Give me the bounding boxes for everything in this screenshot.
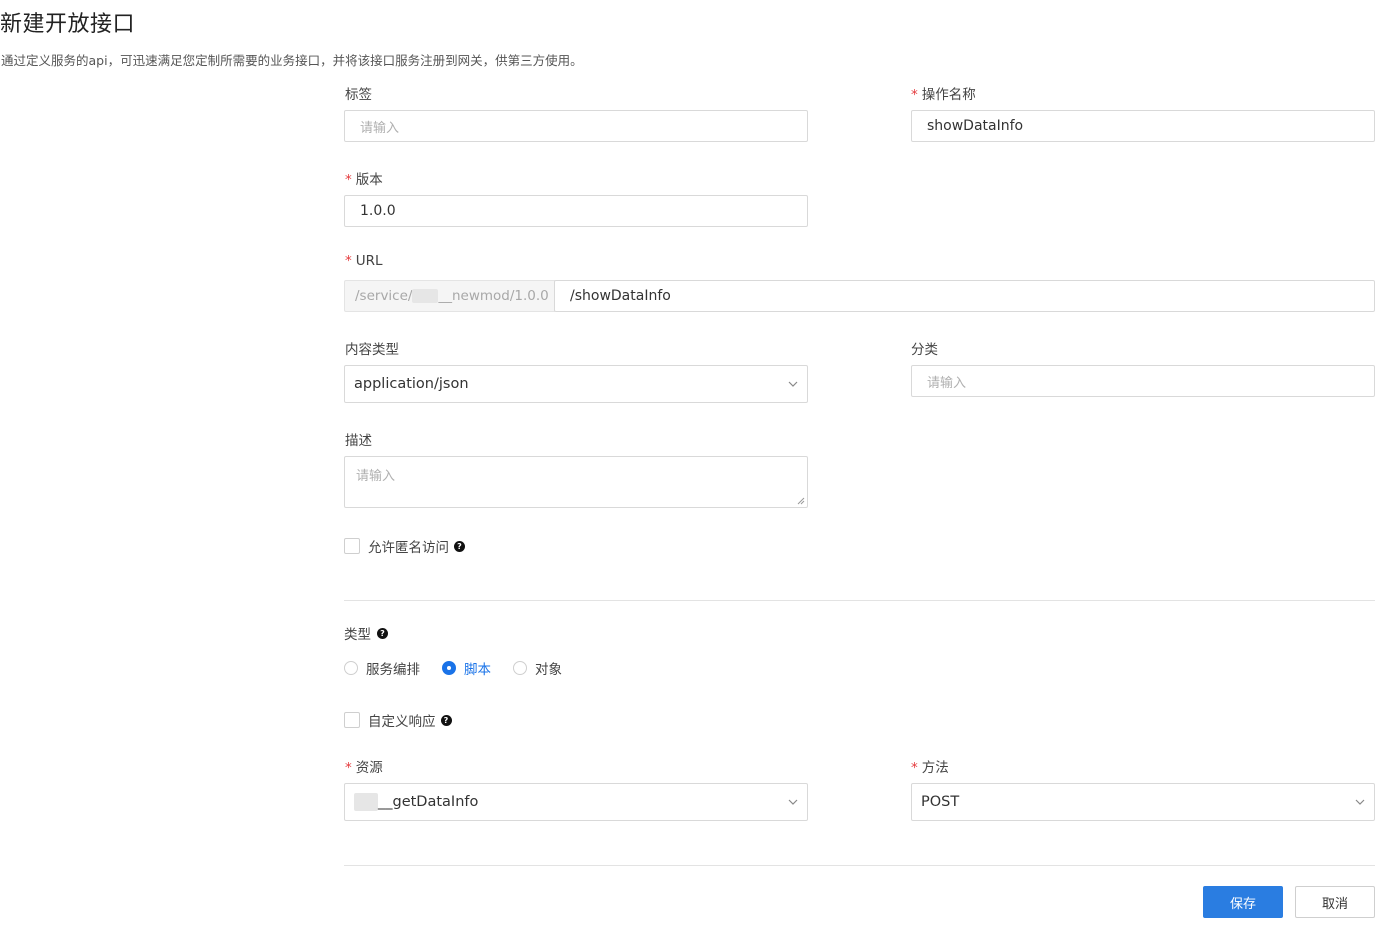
resize-handle-icon[interactable] (797, 497, 805, 505)
radio-option-object[interactable]: 对象 (513, 658, 562, 678)
url-prefix-end: __newmod/1.0.0 (438, 288, 549, 304)
method-select[interactable]: POST (911, 783, 1375, 821)
radio-object[interactable] (513, 661, 527, 675)
version-label: * 版本 (345, 172, 383, 188)
content-type-value: application/json (354, 376, 469, 392)
description-label: 描述 (345, 433, 372, 449)
required-mark: * (911, 87, 918, 103)
radio-option-orchestration[interactable]: 服务编排 (344, 658, 420, 678)
chevron-down-icon (788, 381, 798, 387)
category-label: 分类 (911, 342, 938, 358)
radio-orchestration[interactable] (344, 661, 358, 675)
radio-object-label: 对象 (535, 662, 562, 678)
required-mark: * (345, 172, 352, 188)
type-label-row: 类型 ? (344, 623, 388, 643)
url-path-input[interactable]: /showDataInfo (554, 280, 1375, 312)
chevron-down-icon (788, 799, 798, 805)
url-path-value: /showDataInfo (570, 288, 671, 304)
url-prefix-start: /service/ (355, 288, 413, 304)
required-mark: * (345, 253, 352, 269)
version-input[interactable]: 1.0.0 (344, 195, 808, 227)
custom-response-label: 自定义响应 (368, 714, 436, 730)
resource-value: __getDataInfo (354, 793, 478, 811)
cancel-button[interactable]: 取消 (1295, 886, 1375, 918)
page-subtitle: 通过定义服务的api，可迅速满足您定制所需要的业务接口，并将该接口服务注册到网关… (1, 53, 583, 68)
radio-option-script[interactable]: 脚本 (442, 658, 491, 678)
required-mark: * (345, 760, 352, 776)
redacted-block (354, 793, 378, 811)
footer-divider (344, 865, 1375, 866)
radio-orchestration-label: 服务编排 (366, 662, 420, 678)
anonymous-access-label: 允许匿名访问 (368, 540, 449, 556)
save-button[interactable]: 保存 (1203, 886, 1283, 918)
resource-label: * 资源 (345, 760, 383, 776)
tag-label: 标签 (345, 87, 372, 103)
anonymous-access-checkbox[interactable] (344, 538, 360, 554)
operation-name-input[interactable]: showDataInfo (911, 110, 1375, 142)
operation-name-label: * 操作名称 (911, 87, 976, 103)
redacted-block (412, 289, 439, 303)
anonymous-access-row: 允许匿名访问 ? (344, 536, 465, 556)
tag-placeholder: 请输入 (360, 120, 400, 136)
tag-input[interactable]: 请输入 (344, 110, 808, 142)
url-prefix-addon: /service/ __newmod/1.0.0 (344, 280, 555, 312)
category-placeholder: 请输入 (927, 375, 967, 391)
type-radio-group: 服务编排 脚本 对象 (344, 658, 562, 678)
operation-name-value: showDataInfo (927, 118, 1024, 134)
custom-response-checkbox[interactable] (344, 712, 360, 728)
version-value: 1.0.0 (360, 203, 396, 219)
method-value: POST (921, 794, 960, 810)
content-type-label: 内容类型 (345, 342, 399, 358)
resource-select[interactable]: __getDataInfo (344, 783, 808, 821)
chevron-down-icon (1355, 799, 1365, 805)
required-mark: * (911, 760, 918, 776)
help-icon[interactable]: ? (454, 540, 465, 552)
radio-script-label: 脚本 (464, 662, 491, 678)
method-label: * 方法 (911, 760, 949, 776)
content-type-select[interactable]: application/json (344, 365, 808, 403)
help-icon[interactable]: ? (440, 714, 452, 726)
help-icon[interactable]: ? (377, 627, 388, 639)
section-divider (344, 600, 1375, 601)
custom-response-row: 自定义响应 ? (344, 710, 452, 730)
description-placeholder: 请输入 (356, 469, 396, 484)
url-label: * URL (345, 253, 383, 269)
category-input[interactable]: 请输入 (911, 365, 1375, 397)
type-label: 类型 (344, 627, 371, 643)
radio-script[interactable] (442, 661, 456, 675)
description-textarea[interactable]: 请输入 (344, 456, 808, 508)
page-title: 新建开放接口 (0, 12, 136, 37)
